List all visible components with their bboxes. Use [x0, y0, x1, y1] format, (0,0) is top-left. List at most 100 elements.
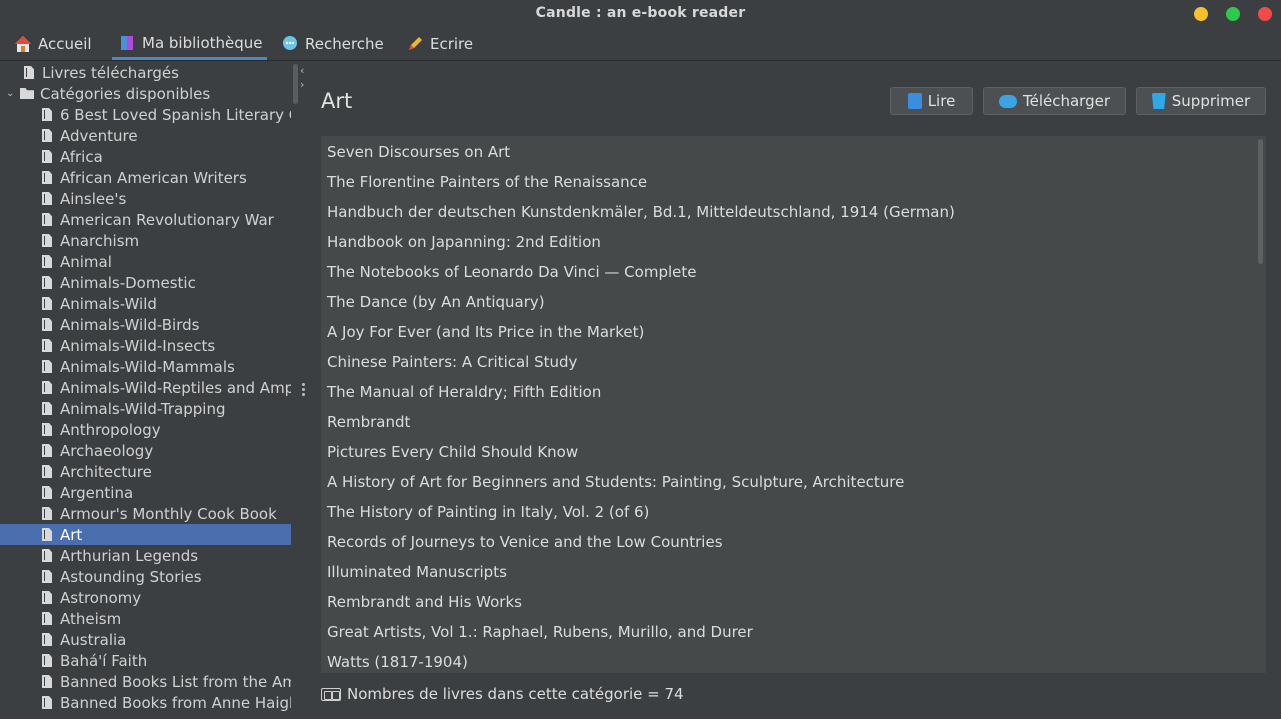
- category-item[interactable]: Banned Books List from the American Libr…: [0, 671, 291, 692]
- minimize-button[interactable]: [1194, 7, 1208, 21]
- category-item[interactable]: Arthurian Legends: [0, 545, 291, 566]
- category-label: Animals-Domestic: [60, 273, 196, 292]
- category-item[interactable]: Astronomy: [0, 587, 291, 608]
- category-item[interactable]: Armour's Monthly Cook Book: [0, 503, 291, 524]
- tab-label: Accueil: [38, 35, 92, 53]
- book-list-item[interactable]: Rembrandt and His Works: [321, 587, 1266, 617]
- category-label: Atheism: [60, 609, 122, 628]
- delete-button[interactable]: Supprimer: [1136, 87, 1266, 115]
- category-item[interactable]: African American Writers: [0, 167, 291, 188]
- book-list-item[interactable]: The History of Painting in Italy, Vol. 2…: [321, 497, 1266, 527]
- book-list-item[interactable]: Handbook on Japanning: 2nd Edition: [321, 227, 1266, 257]
- drag-handle-icon[interactable]: [302, 383, 305, 398]
- book-list-item[interactable]: Great Artists, Vol 1.: Raphael, Rubens, …: [321, 617, 1266, 647]
- category-label: Animals-Wild-Mammals: [60, 357, 235, 376]
- category-label: Animal: [60, 252, 112, 271]
- book-list-item[interactable]: Rembrandt: [321, 407, 1266, 437]
- title-bar: Candle : an e-book reader: [0, 0, 1281, 28]
- book-list-item[interactable]: A Joy For Ever (and Its Price in the Mar…: [321, 317, 1266, 347]
- document-icon: [42, 423, 52, 436]
- book-list-item[interactable]: Records of Journeys to Venice and the Lo…: [321, 527, 1266, 557]
- category-item[interactable]: Atheism: [0, 608, 291, 629]
- tab-ecrire[interactable]: Ecrire: [406, 28, 473, 60]
- tab-accueil[interactable]: Accueil: [14, 28, 92, 60]
- category-item[interactable]: Animals-Wild-Reptiles and Amphibians: [0, 377, 291, 398]
- book-list-item[interactable]: Watts (1817-1904): [321, 647, 1266, 673]
- tab-ma-bibliotheque[interactable]: Ma bibliothèque: [112, 28, 267, 60]
- tree-item-categories[interactable]: ⌄ Catégories disponibles: [0, 83, 291, 104]
- category-item[interactable]: Africa: [0, 146, 291, 167]
- tab-recherche[interactable]: Recherche: [281, 28, 384, 60]
- chevron-down-icon[interactable]: ⌄: [6, 88, 16, 99]
- document-icon: [42, 507, 52, 520]
- status-bar: Nombres de livres dans cette catégorie =…: [321, 685, 684, 703]
- category-item[interactable]: Animals-Wild-Trapping: [0, 398, 291, 419]
- category-label: Anarchism: [60, 231, 140, 250]
- book-list-scrollbar[interactable]: [1258, 139, 1263, 264]
- category-item[interactable]: Astounding Stories: [0, 566, 291, 587]
- category-item[interactable]: Bahá'í Faith: [0, 650, 291, 671]
- document-icon: [42, 528, 52, 541]
- document-icon: [42, 150, 52, 163]
- category-label: Banned Books from Anne Haight's list: [60, 693, 291, 712]
- category-label: Adventure: [60, 126, 138, 145]
- category-label: Animals-Wild-Reptiles and Amphibians: [60, 378, 291, 397]
- category-item[interactable]: Australia: [0, 629, 291, 650]
- category-item[interactable]: Animal: [0, 251, 291, 272]
- category-item[interactable]: Animals-Wild: [0, 293, 291, 314]
- category-item[interactable]: Anthropology: [0, 419, 291, 440]
- category-title: Art: [321, 89, 353, 113]
- category-label: Animals-Wild-Insects: [60, 336, 216, 355]
- category-label: Bahá'í Faith: [60, 651, 148, 670]
- category-item[interactable]: Anarchism: [0, 230, 291, 251]
- category-label: Banned Books List from the American Libr…: [60, 672, 291, 691]
- book-list-item[interactable]: The Florentine Painters of the Renaissan…: [321, 167, 1266, 197]
- document-icon: [42, 570, 52, 583]
- category-item[interactable]: Ainslee's: [0, 188, 291, 209]
- category-item[interactable]: Adventure: [0, 125, 291, 146]
- category-label: American Revolutionary War: [60, 210, 274, 229]
- download-button[interactable]: Télécharger: [983, 87, 1126, 115]
- category-item[interactable]: Banned Books from Anne Haight's list: [0, 692, 291, 713]
- category-item[interactable]: Argentina: [0, 482, 291, 503]
- collapse-left-icon[interactable]: ‹: [300, 65, 304, 77]
- document-icon: [42, 654, 52, 667]
- category-item[interactable]: American Revolutionary War: [0, 209, 291, 230]
- document-icon: [42, 444, 52, 457]
- book-list-item[interactable]: Illuminated Manuscripts: [321, 557, 1266, 587]
- category-label: Animals-Wild-Trapping: [60, 399, 226, 418]
- book-list-item[interactable]: Seven Discourses on Art: [321, 137, 1266, 167]
- folder-open-icon: [20, 88, 34, 99]
- document-icon: [42, 486, 52, 499]
- book-list-item[interactable]: Chinese Painters: A Critical Study: [321, 347, 1266, 377]
- category-item[interactable]: Animals-Wild-Mammals: [0, 356, 291, 377]
- book-list-item[interactable]: A History of Art for Beginners and Stude…: [321, 467, 1266, 497]
- read-button[interactable]: Lire: [890, 87, 973, 115]
- category-item[interactable]: Architecture: [0, 461, 291, 482]
- category-label: Australia: [60, 630, 127, 649]
- document-icon: [42, 612, 52, 625]
- tree-item-downloaded[interactable]: Livres téléchargés: [0, 62, 291, 83]
- category-item[interactable]: 6 Best Loved Spanish Literary Classics: [0, 104, 291, 125]
- category-item[interactable]: Art: [0, 524, 291, 545]
- category-item[interactable]: Animals-Wild-Insects: [0, 335, 291, 356]
- category-item[interactable]: Archaeology: [0, 440, 291, 461]
- book-list-item[interactable]: Pictures Every Child Should Know: [321, 437, 1266, 467]
- category-item[interactable]: Animals-Wild-Birds: [0, 314, 291, 335]
- book-list-item[interactable]: Handbuch der deutschen Kunstdenkmäler, B…: [321, 197, 1266, 227]
- book-list-item[interactable]: The Dance (by An Antiquary): [321, 287, 1266, 317]
- close-button[interactable]: [1258, 7, 1272, 21]
- book-list-item[interactable]: The Notebooks of Leonardo Da Vinci — Com…: [321, 257, 1266, 287]
- category-item[interactable]: Animals-Domestic: [0, 272, 291, 293]
- document-icon: [42, 339, 52, 352]
- category-label: Anthropology: [60, 420, 161, 439]
- category-label: Ainslee's: [60, 189, 127, 208]
- pencil-icon: [406, 35, 424, 53]
- splitter[interactable]: ‹ ›: [298, 61, 310, 719]
- document-icon: [42, 360, 52, 373]
- main-panel: Art Lire Télécharger Supprimer Seven Dis…: [310, 61, 1281, 719]
- book-list-item[interactable]: The Manual of Heraldry; Fifth Edition: [321, 377, 1266, 407]
- maximize-button[interactable]: [1226, 7, 1240, 21]
- expand-right-icon[interactable]: ›: [300, 79, 304, 91]
- trash-icon: [1151, 93, 1166, 109]
